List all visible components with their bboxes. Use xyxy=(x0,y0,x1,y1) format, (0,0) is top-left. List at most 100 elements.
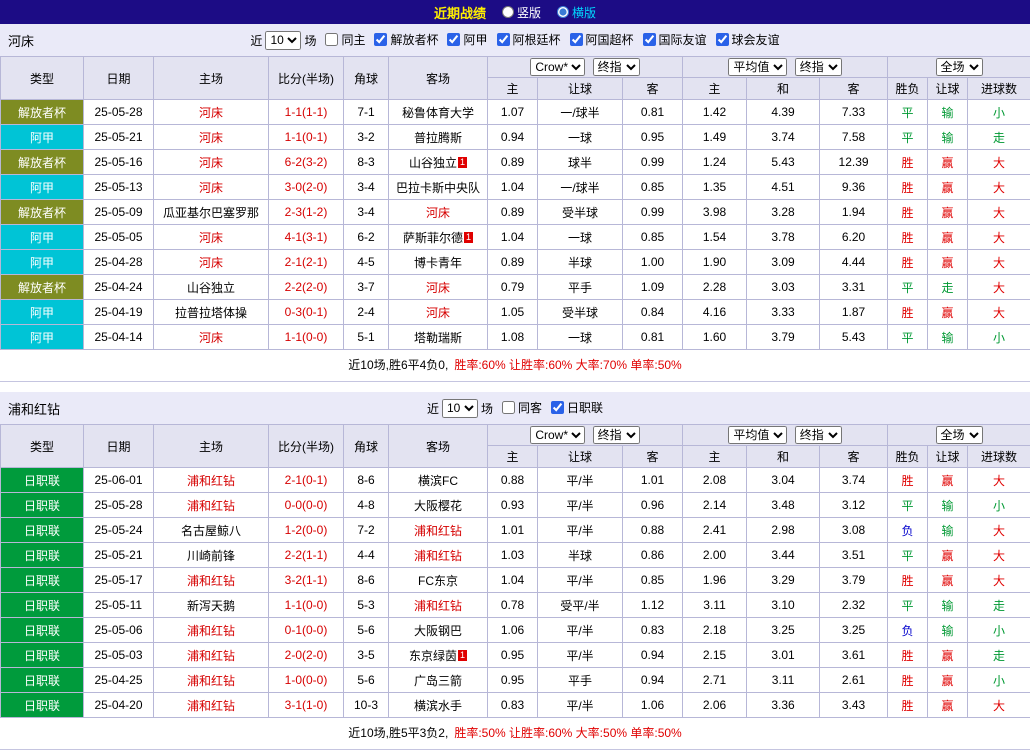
team-name-link[interactable]: 浦和红钻 xyxy=(187,699,235,713)
away-team-cell[interactable]: 山谷独立1 xyxy=(389,150,488,175)
team-name-link[interactable]: 浦和红钻 xyxy=(414,524,462,538)
asia-final-select[interactable]: 终指 xyxy=(593,58,640,76)
home-team-cell[interactable]: 拉普拉塔体操 xyxy=(154,300,269,325)
team-name-link[interactable]: 广岛三箭 xyxy=(414,674,462,688)
filter-checkbox[interactable] xyxy=(447,33,460,46)
home-team-cell[interactable]: 河床 xyxy=(154,125,269,150)
away-team-cell[interactable]: 秘鲁体育大学 xyxy=(389,100,488,125)
filter-option[interactable]: 同客 xyxy=(502,399,542,416)
bookmaker-select[interactable]: Crow* xyxy=(530,58,585,76)
away-team-cell[interactable]: 浦和红钻 xyxy=(389,543,488,568)
home-team-cell[interactable]: 山谷独立 xyxy=(154,275,269,300)
filter-checkbox[interactable] xyxy=(570,33,583,46)
home-team-cell[interactable]: 河床 xyxy=(154,150,269,175)
away-team-cell[interactable]: 浦和红钻 xyxy=(389,593,488,618)
team-name-link[interactable]: 横滨水手 xyxy=(414,699,462,713)
away-team-cell[interactable]: 大阪钢巴 xyxy=(389,618,488,643)
away-team-cell[interactable]: 博卡青年 xyxy=(389,250,488,275)
home-team-cell[interactable]: 浦和红钻 xyxy=(154,468,269,493)
home-team-cell[interactable]: 浦和红钻 xyxy=(154,668,269,693)
match-count-select[interactable]: 10 xyxy=(265,31,301,50)
away-team-cell[interactable]: 横滨FC xyxy=(389,468,488,493)
team-name-link[interactable]: 河床 xyxy=(199,131,223,145)
bookmaker-select[interactable]: Crow* xyxy=(530,426,585,444)
away-team-cell[interactable]: 巴拉卡斯中央队 xyxy=(389,175,488,200)
home-team-cell[interactable]: 河床 xyxy=(154,325,269,350)
away-team-cell[interactable]: 浦和红钻 xyxy=(389,518,488,543)
team-name-link[interactable]: 拉普拉塔体操 xyxy=(175,306,247,320)
horizontal-layout-radio[interactable] xyxy=(557,6,569,18)
away-team-cell[interactable]: 横滨水手 xyxy=(389,693,488,718)
away-team-cell[interactable]: 塔勒瑞斯 xyxy=(389,325,488,350)
team-name-link[interactable]: 浦和红钻 xyxy=(187,649,235,663)
team-name-link[interactable]: 河床 xyxy=(199,256,223,270)
scope-select[interactable]: 全场 xyxy=(936,58,983,76)
match-count-select[interactable]: 10 xyxy=(442,399,478,418)
team-name-link[interactable]: 巴拉卡斯中央队 xyxy=(396,181,480,195)
team-name-link[interactable]: 新泻天鹅 xyxy=(187,599,235,613)
filter-option[interactable]: 球会友谊 xyxy=(716,31,780,48)
filter-checkbox[interactable] xyxy=(551,401,564,414)
vertical-layout-radio[interactable] xyxy=(502,6,514,18)
away-team-cell[interactable]: 萨斯菲尔德1 xyxy=(389,225,488,250)
team-name-link[interactable]: 川崎前锋 xyxy=(187,549,235,563)
away-team-cell[interactable]: 广岛三箭 xyxy=(389,668,488,693)
team-name-link[interactable]: 普拉腾斯 xyxy=(414,131,462,145)
home-team-cell[interactable]: 新泻天鹅 xyxy=(154,593,269,618)
team-name-link[interactable]: 浦和红钻 xyxy=(187,674,235,688)
euro-final-select[interactable]: 终指 xyxy=(795,58,842,76)
team-name-link[interactable]: 博卡青年 xyxy=(414,256,462,270)
team-name-link[interactable]: FC东京 xyxy=(418,574,458,588)
filter-checkbox[interactable] xyxy=(716,33,729,46)
team-name-link[interactable]: 大阪钢巴 xyxy=(414,624,462,638)
asia-final-select[interactable]: 终指 xyxy=(593,426,640,444)
home-team-cell[interactable]: 名古屋鲸八 xyxy=(154,518,269,543)
team-name-link[interactable]: 东京绿茵 xyxy=(409,649,457,663)
away-team-cell[interactable]: 大阪樱花 xyxy=(389,493,488,518)
team-name-link[interactable]: 山谷独立 xyxy=(187,281,235,295)
team-name-link[interactable]: 秘鲁体育大学 xyxy=(402,106,474,120)
filter-option[interactable]: 阿国超杯 xyxy=(570,31,634,48)
filter-option[interactable]: 同主 xyxy=(325,31,365,48)
team-name-link[interactable]: 浦和红钻 xyxy=(414,549,462,563)
filter-checkbox[interactable] xyxy=(502,401,515,414)
layout-option-horizontal[interactable]: 横版 xyxy=(557,4,596,21)
team-name-link[interactable]: 塔勒瑞斯 xyxy=(414,331,462,345)
team-name-link[interactable]: 河床 xyxy=(426,281,450,295)
team-name-link[interactable]: 瓜亚基尔巴塞罗那 xyxy=(163,206,259,220)
team-name-link[interactable]: 河床 xyxy=(199,156,223,170)
team-name-link[interactable]: 浦和红钻 xyxy=(187,624,235,638)
layout-option-vertical[interactable]: 竖版 xyxy=(502,4,541,21)
away-team-cell[interactable]: FC东京 xyxy=(389,568,488,593)
team-name-link[interactable]: 河床 xyxy=(199,181,223,195)
home-team-cell[interactable]: 河床 xyxy=(154,250,269,275)
filter-option[interactable]: 国际友谊 xyxy=(643,31,707,48)
filter-option[interactable]: 日职联 xyxy=(551,399,603,416)
team-name-link[interactable]: 名古屋鲸八 xyxy=(181,524,241,538)
home-team-cell[interactable]: 浦和红钻 xyxy=(154,568,269,593)
team-name-link[interactable]: 河床 xyxy=(199,106,223,120)
average-select[interactable]: 平均值 xyxy=(728,58,787,76)
home-team-cell[interactable]: 河床 xyxy=(154,225,269,250)
home-team-cell[interactable]: 浦和红钻 xyxy=(154,693,269,718)
euro-final-select[interactable]: 终指 xyxy=(795,426,842,444)
team-name-link[interactable]: 浦和红钻 xyxy=(187,499,235,513)
away-team-cell[interactable]: 河床 xyxy=(389,200,488,225)
home-team-cell[interactable]: 瓜亚基尔巴塞罗那 xyxy=(154,200,269,225)
team-name-link[interactable]: 山谷独立 xyxy=(409,156,457,170)
away-team-cell[interactable]: 东京绿茵1 xyxy=(389,643,488,668)
scope-select[interactable]: 全场 xyxy=(936,426,983,444)
away-team-cell[interactable]: 河床 xyxy=(389,275,488,300)
team-name-link[interactable]: 横滨FC xyxy=(418,474,458,488)
team-name-link[interactable]: 萨斯菲尔德 xyxy=(403,231,463,245)
home-team-cell[interactable]: 浦和红钻 xyxy=(154,493,269,518)
filter-option[interactable]: 解放者杯 xyxy=(374,31,438,48)
team-name-link[interactable]: 河床 xyxy=(426,206,450,220)
filter-option[interactable]: 阿甲 xyxy=(447,31,487,48)
team-name-link[interactable]: 大阪樱花 xyxy=(414,499,462,513)
filter-checkbox[interactable] xyxy=(497,33,510,46)
team-name-link[interactable]: 浦和红钻 xyxy=(187,574,235,588)
home-team-cell[interactable]: 浦和红钻 xyxy=(154,618,269,643)
team-name-link[interactable]: 河床 xyxy=(199,331,223,345)
filter-checkbox[interactable] xyxy=(374,33,387,46)
